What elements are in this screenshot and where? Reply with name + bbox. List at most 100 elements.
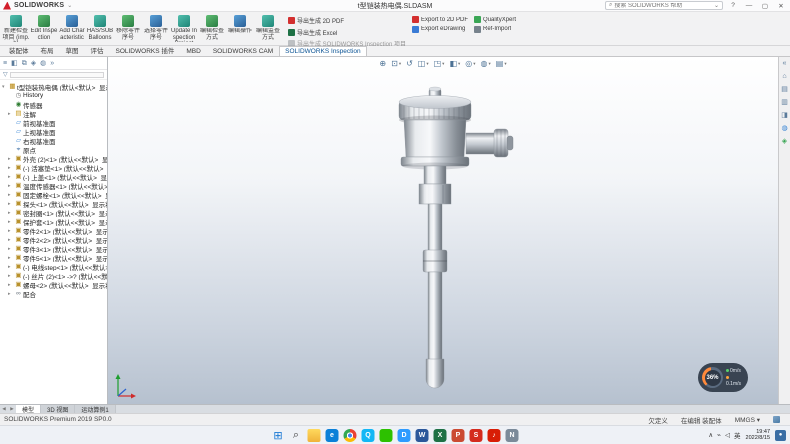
tree-item[interactable]: ▱右视基准面	[0, 136, 107, 145]
hide-show-items-icon[interactable]: ◎▾	[464, 59, 476, 68]
volume-icon[interactable]: ◁	[725, 431, 730, 439]
powerpoint-icon[interactable]: P	[452, 429, 465, 442]
command-tab[interactable]: MBD	[180, 46, 206, 56]
panel-flyout-icon[interactable]: »	[50, 57, 54, 70]
notepad-icon[interactable]: N	[506, 429, 519, 442]
notification-icon[interactable]: ●	[775, 430, 786, 441]
tree-item[interactable]: ▸▣温度传感器<1> (默认<<默认>_显示状态-1>)	[0, 181, 107, 190]
displaymanager-icon[interactable]: ◍	[40, 57, 46, 70]
ribbon-button[interactable]: Update Inspection Project	[170, 13, 198, 45]
search-caret-icon[interactable]: ⌄	[714, 2, 719, 9]
ribbon-menu-item[interactable]: Export eDrawing	[412, 26, 468, 33]
tree-item[interactable]: ▸▣保护套<1> (默认<<默认>_显示状态-1>)	[0, 217, 107, 226]
command-tab[interactable]: 装配体	[3, 43, 35, 56]
graphics-viewport[interactable]: ⊕⊡▾↺◫▾◳▾◧▾◎▾◍▾▤▾	[108, 57, 778, 404]
music-icon[interactable]: ♪	[488, 429, 501, 442]
performance-gauge[interactable]: 36% 0m/s 0.1m/s	[698, 363, 748, 392]
ribbon-menu-item[interactable]: QualityXpert	[474, 16, 516, 23]
help-search-box[interactable]: ⌕ ⌄	[605, 1, 723, 10]
design-library-icon[interactable]: ▤	[781, 86, 788, 94]
tree-item[interactable]: ▱上视基准面	[0, 127, 107, 136]
ribbon-button[interactable]: HAS/SUB Balloons	[86, 13, 114, 45]
command-tab[interactable]: SOLIDWORKS Inspection	[279, 46, 367, 56]
dingtalk-icon[interactable]: D	[398, 429, 411, 442]
excel-icon[interactable]: X	[434, 429, 447, 442]
ribbon-button[interactable]: 选择零件序号	[142, 13, 170, 45]
tree-item[interactable]: ▸▣(-) 电线step<1> (默认<<默认>_显示状态-1>)	[0, 262, 107, 271]
propertymanager-icon[interactable]: ◧	[11, 57, 18, 70]
dimxpertmanager-icon[interactable]: ◈	[31, 57, 36, 70]
tree-item[interactable]: ▸▣(-) 上盖<1> (默认<<默认>_显示状态-1>)	[0, 172, 107, 181]
solidworks-taskbar-icon[interactable]: S	[470, 429, 483, 442]
ribbon-button[interactable]: 编辑监查方式	[254, 13, 282, 45]
tree-item[interactable]: ▸▣零件5<1> (默认<<默认>_显示状态-1>)	[0, 253, 107, 262]
chrome-icon[interactable]	[344, 429, 357, 442]
help-button[interactable]: ?	[727, 2, 739, 9]
view-orientation-icon[interactable]: ◳▾	[433, 59, 446, 68]
thermocouple-model[interactable]	[108, 57, 778, 404]
taskbar-clock[interactable]: 19:47 2022/8/15	[746, 429, 770, 442]
ribbon-button[interactable]: Add Characteristic	[58, 13, 86, 45]
tree-item[interactable]: ⌖原点	[0, 145, 107, 154]
wechat-icon[interactable]	[380, 429, 393, 442]
search-input[interactable]	[614, 3, 712, 9]
tree-item[interactable]: ▸▣(-) 活塞垫<1> (默认<<默认>_显示状态-1>)	[0, 163, 107, 172]
section-view-icon[interactable]: ◫▾	[417, 59, 430, 68]
command-tab[interactable]: SOLIDWORKS 插件	[110, 43, 181, 56]
tree-filter-input[interactable]	[10, 72, 104, 78]
tree-item[interactable]: ▸▣(-) 丝片 (2)<1> ->? (默认<<默认>_显示状态-1>)	[0, 271, 107, 280]
tree-item[interactable]: ▸▤注解	[0, 109, 107, 118]
tab-scroll-left-icon[interactable]: ◀	[0, 405, 8, 413]
appearances-icon[interactable]: ◍	[781, 125, 787, 133]
previous-view-icon[interactable]: ↺	[405, 59, 414, 68]
word-icon[interactable]: W	[416, 429, 429, 442]
units-selector[interactable]: MMGS ▾	[735, 416, 760, 424]
ribbon-button[interactable]: 编辑操作	[226, 13, 254, 45]
ribbon-menu-item[interactable]: 导出生成 Excel	[288, 28, 406, 37]
ribbon-menu-item[interactable]: Ref-Import	[474, 26, 516, 33]
tree-item[interactable]: ▸▣密封圈<1> (默认<<默认>_显示状态-1>)	[0, 208, 107, 217]
tree-item[interactable]: ▸▣探头<1> (默认<<默认>_显示状态-1>)	[0, 199, 107, 208]
zoom-area-icon[interactable]: ⊡▾	[390, 59, 402, 68]
command-tab[interactable]: 布局	[35, 43, 60, 56]
close-button[interactable]: ✕	[775, 2, 787, 10]
document-tab[interactable]: 3D 视图	[41, 405, 75, 413]
document-tab[interactable]: 模型	[16, 405, 41, 413]
tab-scroll-right-icon[interactable]: ▶	[8, 405, 16, 413]
command-tab[interactable]: 草图	[60, 43, 85, 56]
start-icon[interactable]: ⊞	[272, 429, 285, 442]
tree-item[interactable]: ▸▣外壳 (2)<1> (默认<<默认>_显示状态-1>)	[0, 154, 107, 163]
ribbon-button[interactable]: 编辑检查方式	[198, 13, 226, 45]
ribbon-button[interactable]: 移除零件序号	[114, 13, 142, 45]
tree-item[interactable]: ▸▣零件3<1> (默认<<默认>_显示状态-1>)	[0, 244, 107, 253]
ribbon-button[interactable]: Edit Inspection	[30, 13, 58, 45]
tree-item[interactable]: ◷History	[0, 91, 107, 100]
qq-icon[interactable]: Q	[362, 429, 375, 442]
file-explorer-pane-icon[interactable]: ▥	[781, 99, 788, 107]
solidworks-resources-icon[interactable]: ⌂	[782, 73, 786, 81]
command-tab[interactable]: 评估	[85, 43, 110, 56]
edit-appearance-icon[interactable]: ◍▾	[480, 59, 492, 68]
featuremanager-tree-icon[interactable]: ≡	[3, 57, 7, 70]
ribbon-button[interactable]: 新建检查项目 (imp.h)	[2, 13, 30, 45]
toolbar-expand-caret-icon[interactable]: ⌄	[67, 2, 72, 9]
file-explorer-icon[interactable]	[308, 429, 321, 442]
custom-properties-icon[interactable]: ◈	[782, 138, 787, 146]
view-palette-icon[interactable]: ◨	[781, 112, 788, 120]
tree-item[interactable]: ◉传感器	[0, 100, 107, 109]
document-tab[interactable]: 运动算例1	[75, 405, 115, 413]
collapse-pane-icon[interactable]: «	[783, 60, 787, 68]
ribbon-menu-item[interactable]: 导出生成 2D PDF	[288, 16, 406, 25]
maximize-button[interactable]: ▢	[759, 2, 771, 10]
tree-item[interactable]: ▸▣零件2<1> (默认<<默认>_显示状态-1>)	[0, 226, 107, 235]
zoom-fit-icon[interactable]: ⊕	[378, 59, 387, 68]
minimize-button[interactable]: —	[743, 2, 755, 9]
search-icon[interactable]: ⌕	[290, 429, 303, 442]
filter-icon[interactable]: ▽	[3, 71, 8, 78]
edge-icon[interactable]: e	[326, 429, 339, 442]
tree-item[interactable]: ▸▣螺母<2> (默认<<默认>_显示状态-1>)	[0, 280, 107, 289]
ime-indicator[interactable]: 英	[734, 430, 741, 440]
command-tab[interactable]: SOLIDWORKS CAM	[207, 46, 279, 56]
ribbon-menu-item[interactable]: Export to 2D PDF	[412, 16, 468, 23]
status-tag-icon[interactable]	[773, 416, 780, 423]
